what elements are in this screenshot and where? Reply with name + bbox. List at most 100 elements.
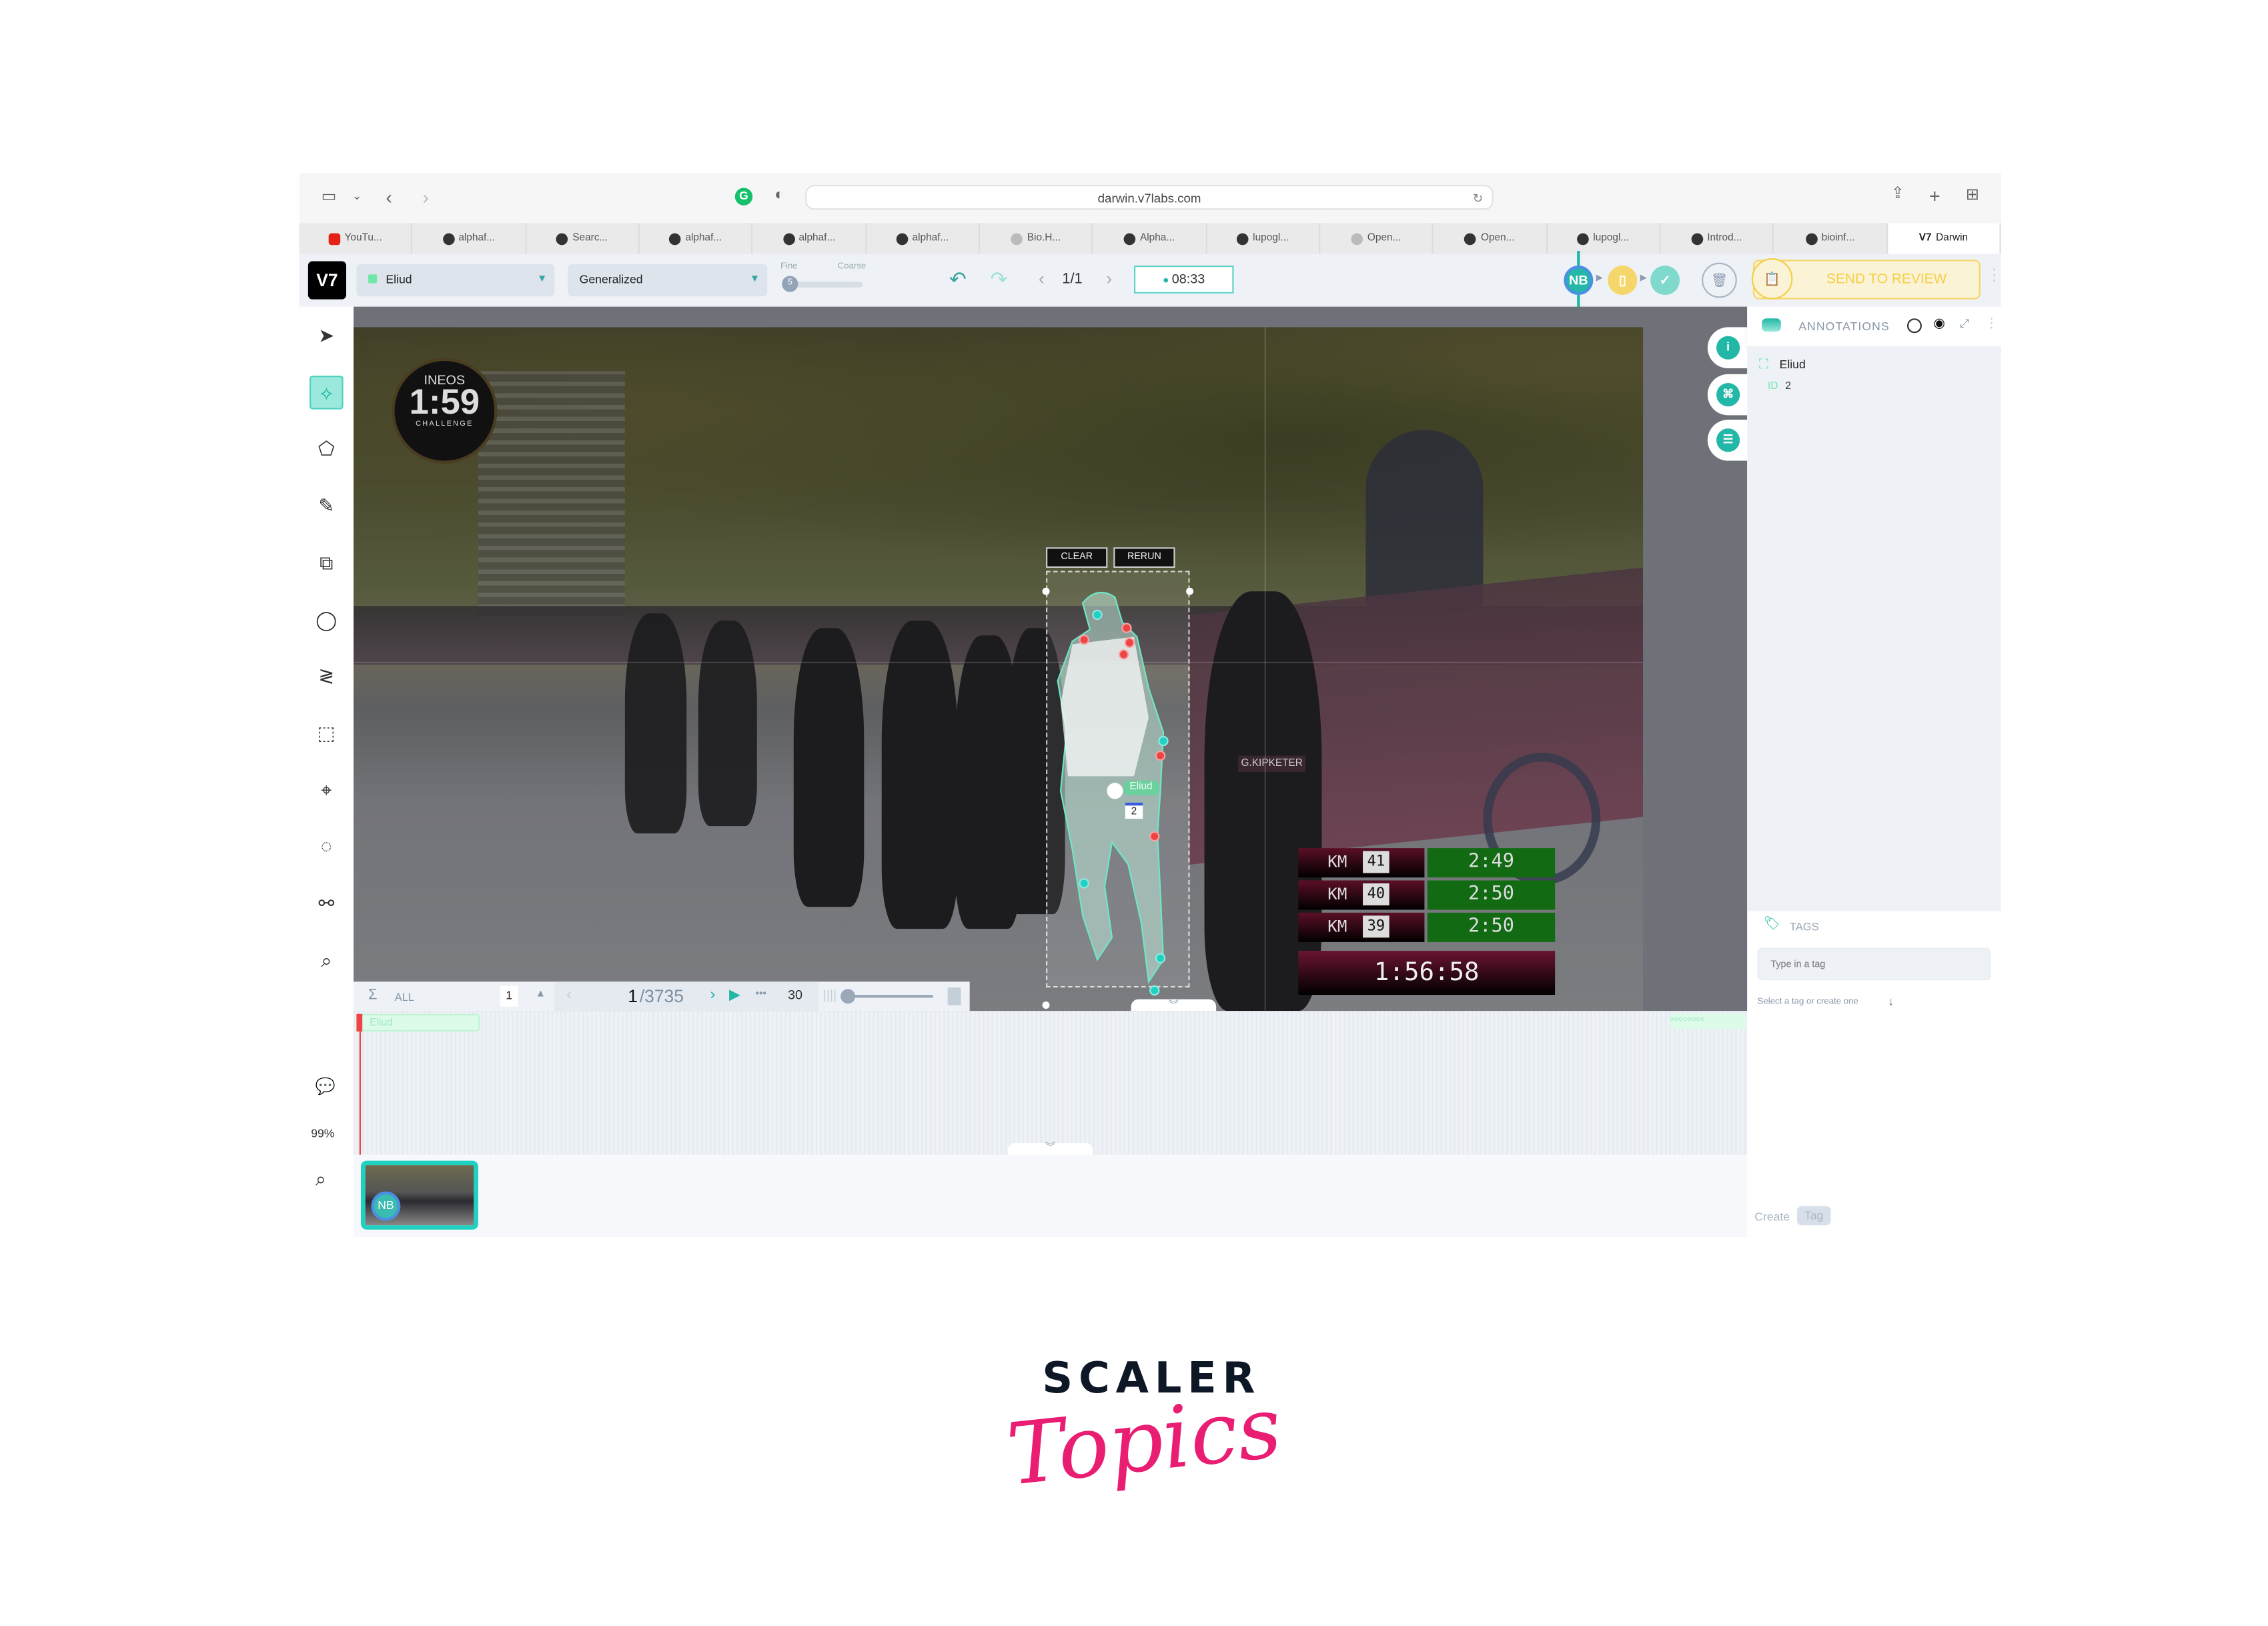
review-stage-icon[interactable]: ▯ bbox=[1608, 266, 1638, 296]
timeline-collapse-handle[interactable]: ︾ bbox=[1007, 1143, 1093, 1155]
trash-icon[interactable]: 🗑 bbox=[1702, 262, 1737, 298]
browser-tab[interactable]: alphaf... bbox=[413, 223, 526, 254]
polygon-icon[interactable]: ⬠ bbox=[310, 432, 344, 466]
keypoint[interactable] bbox=[1118, 649, 1129, 660]
browser-tab[interactable]: Alpha... bbox=[1093, 223, 1207, 254]
slider-knob[interactable]: 5 bbox=[782, 276, 798, 292]
sidebar-toggle-icon[interactable]: ▭ bbox=[322, 189, 337, 206]
browser-tab[interactable]: alphaf... bbox=[867, 223, 980, 254]
browser-tab[interactable]: Open... bbox=[1434, 223, 1548, 254]
comment-icon[interactable]: 💬 bbox=[316, 1080, 336, 1096]
sigma-icon[interactable]: Σ bbox=[368, 987, 378, 1003]
keypoint[interactable] bbox=[1149, 831, 1160, 842]
browser-tab[interactable]: alphaf... bbox=[753, 223, 867, 254]
more-icon[interactable]: ⋮ bbox=[1985, 316, 1999, 332]
browser-tab[interactable]: bioinf... bbox=[1774, 223, 1888, 254]
keypoint[interactable] bbox=[1155, 750, 1166, 761]
browser-tab[interactable]: V7 Darwin bbox=[1887, 223, 2001, 254]
timeline-zoom-knob[interactable] bbox=[840, 989, 856, 1004]
timeline-track[interactable]: Eliud ○○○○○○○○ ︾ bbox=[354, 1011, 1748, 1155]
frame-thumbnail[interactable]: NB bbox=[361, 1160, 478, 1230]
clear-button[interactable]: CLEAR bbox=[1046, 547, 1108, 568]
timeline-zoom-slider[interactable] bbox=[852, 995, 933, 997]
browser-tab[interactable]: alphaf... bbox=[640, 223, 753, 254]
more-icon[interactable]: ⋮ bbox=[1987, 268, 2001, 284]
annotation-canvas[interactable]: G.KIPKETER INEOS 1:59 CHALLENGE KM 41 2:49… bbox=[354, 306, 1748, 1011]
track-segment-end[interactable]: ○○○○○○○○ bbox=[1669, 1013, 1746, 1029]
bounding-box-icon[interactable]: ⧉ bbox=[310, 546, 344, 580]
info-tab[interactable]: i bbox=[1707, 327, 1754, 368]
keypoint[interactable] bbox=[1092, 609, 1103, 621]
tag-input[interactable] bbox=[1757, 947, 1991, 981]
toggle-all-icon[interactable] bbox=[1906, 318, 1922, 334]
keypoint-icon[interactable]: ⌖ bbox=[310, 773, 344, 807]
url-field[interactable]: darwin.v7labs.com ↻ bbox=[805, 185, 1494, 210]
keypoint[interactable] bbox=[1079, 878, 1089, 889]
collapse-handle[interactable]: ︾ bbox=[1131, 999, 1217, 1011]
keypoint[interactable] bbox=[1079, 635, 1089, 645]
expand-icon[interactable]: ⤢ bbox=[1960, 317, 1969, 332]
next-frame-icon[interactable]: › bbox=[710, 986, 715, 1003]
browser-tab[interactable]: lupogl... bbox=[1547, 223, 1661, 254]
brush-icon[interactable]: ✎ bbox=[310, 489, 344, 523]
layer-filter[interactable]: ALL bbox=[395, 990, 414, 1003]
redo-icon[interactable]: ↷ bbox=[990, 268, 1007, 289]
browser-tab[interactable]: Bio.H... bbox=[980, 223, 1094, 254]
settings-tab[interactable]: ☰ bbox=[1707, 419, 1754, 461]
keypoint[interactable] bbox=[1121, 623, 1132, 633]
v7-logo[interactable]: V7 bbox=[308, 261, 347, 300]
zoom-reset-icon[interactable]: ⌕ bbox=[316, 1170, 326, 1189]
auto-annotate-icon[interactable]: ✧ bbox=[310, 375, 344, 409]
fps-value[interactable]: 30 bbox=[788, 987, 802, 1002]
rerun-button[interactable]: RERUN bbox=[1113, 547, 1175, 568]
tab-overview-icon[interactable]: ⊞ bbox=[1966, 187, 1979, 204]
resize-handle[interactable] bbox=[1186, 587, 1194, 595]
skeleton-icon[interactable]: ⚯ bbox=[310, 886, 344, 920]
segmentation-mask[interactable] bbox=[1046, 570, 1190, 987]
create-tag-button[interactable]: Tag bbox=[1797, 1206, 1831, 1226]
undo-icon[interactable]: ↶ bbox=[949, 268, 967, 289]
shortcuts-tab[interactable]: ⌘ bbox=[1707, 374, 1754, 416]
timeline-end-handle[interactable] bbox=[947, 987, 961, 1005]
resize-handle[interactable] bbox=[1042, 587, 1050, 595]
browser-tab[interactable]: Open... bbox=[1320, 223, 1434, 254]
playhead-handle[interactable] bbox=[356, 1013, 363, 1032]
blob-icon[interactable]: ◌ bbox=[310, 829, 344, 863]
resize-handle[interactable] bbox=[1042, 1001, 1050, 1009]
annotation-item[interactable]: ⛶ Eliud bbox=[1756, 356, 1991, 377]
play-icon[interactable]: ▶ bbox=[729, 987, 740, 1003]
ellipse-icon[interactable]: ◯ bbox=[310, 602, 344, 637]
select-icon[interactable]: ➤ bbox=[310, 318, 344, 352]
caret-up-icon[interactable]: ▲ bbox=[536, 989, 546, 999]
search-icon[interactable]: ⌕ bbox=[310, 943, 344, 977]
eye-icon[interactable]: ◉ bbox=[1934, 316, 1945, 332]
browser-tab[interactable]: Introd... bbox=[1660, 223, 1774, 254]
assignee-avatar[interactable]: NB bbox=[1564, 266, 1594, 296]
track-segment[interactable]: Eliud bbox=[359, 1013, 480, 1032]
model-select[interactable]: Generalized ▼ bbox=[568, 264, 768, 297]
keypoint[interactable] bbox=[1124, 637, 1135, 648]
shield-icon[interactable]: ◐ bbox=[774, 187, 784, 204]
browser-tab[interactable]: lupogl... bbox=[1207, 223, 1321, 254]
polyline-icon[interactable]: ≷ bbox=[310, 659, 344, 693]
forward-icon[interactable]: › bbox=[422, 187, 429, 207]
keypoint[interactable] bbox=[1155, 953, 1166, 963]
keypoint[interactable] bbox=[1107, 783, 1123, 799]
chevron-down-icon[interactable]: ⌄ bbox=[352, 190, 362, 203]
grammarly-icon[interactable]: G bbox=[734, 187, 753, 206]
cuboid-icon[interactable]: ⬚ bbox=[310, 716, 344, 750]
class-select[interactable]: Eliud ▼ bbox=[356, 264, 555, 297]
browser-tab[interactable]: Searc... bbox=[526, 223, 640, 254]
annotation-label[interactable]: Eliud bbox=[1123, 780, 1159, 795]
back-icon[interactable]: ‹ bbox=[386, 187, 392, 207]
keypoint[interactable] bbox=[1158, 735, 1169, 747]
share-icon[interactable]: ⇪ bbox=[1891, 185, 1904, 202]
keypoint[interactable] bbox=[1149, 985, 1160, 996]
prev-item-icon[interactable]: ‹ bbox=[1039, 270, 1045, 288]
prev-frame-icon[interactable]: ‹ bbox=[566, 986, 572, 1003]
new-tab-icon[interactable]: + bbox=[1929, 186, 1940, 206]
reload-icon[interactable]: ↻ bbox=[1473, 186, 1484, 210]
complete-stage-icon[interactable]: ✓ bbox=[1650, 266, 1680, 296]
next-item-icon[interactable]: › bbox=[1106, 270, 1112, 288]
browser-tab[interactable]: YouTu... bbox=[300, 223, 413, 254]
